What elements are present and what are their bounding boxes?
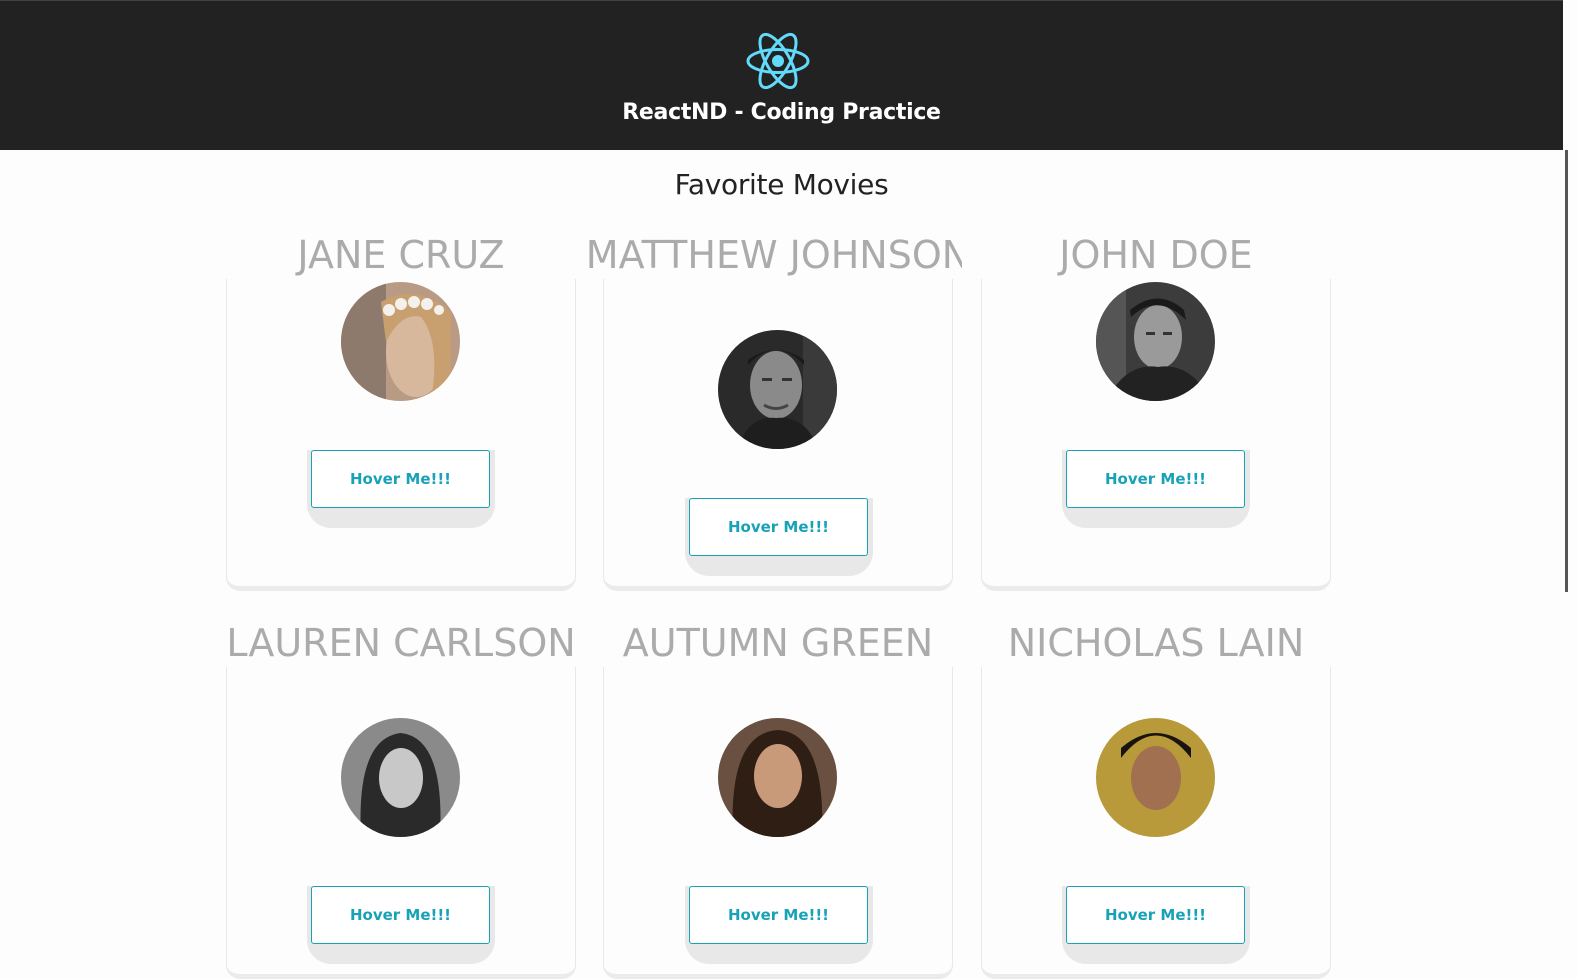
card-name: NICHOLAS LAIN [962,619,1350,667]
card-name: LAUREN CARLSON [207,619,595,667]
avatar [341,718,460,837]
profile-card-nicholas-lain: NICHOLAS LAIN Hover Me!!! [962,619,1350,979]
button-shadow: Hover Me!!! [1062,450,1250,528]
avatar [1096,282,1215,401]
button-shadow: Hover Me!!! [685,498,873,576]
profile-card-john-doe: JOHN DOE Hover Me!!! [962,231,1350,591]
hover-me-button[interactable]: Hover Me!!! [1066,450,1245,508]
button-shadow: Hover Me!!! [307,886,495,964]
hover-me-button[interactable]: Hover Me!!! [689,498,868,556]
hover-me-button[interactable]: Hover Me!!! [311,886,490,944]
app-header: ReactND - Coding Practice [0,0,1563,150]
card-name: AUTUMN GREEN [584,619,972,667]
profile-card-lauren-carlson: LAUREN CARLSON Hover Me!!! [207,619,595,979]
card-name: JANE CRUZ [207,231,595,279]
avatar [718,718,837,837]
button-shadow: Hover Me!!! [1062,886,1250,964]
avatar [341,282,460,401]
profile-card-jane-cruz: JANE CRUZ Hover Me!!! [207,231,595,591]
react-logo-icon [746,32,810,90]
hover-me-button[interactable]: Hover Me!!! [311,450,490,508]
hover-me-button[interactable]: Hover Me!!! [1066,886,1245,944]
header-title: ReactND - Coding Practice [622,100,941,125]
profile-card-matthew-johnson: MATTHEW JOHNSON Hover Me!!! [584,231,972,591]
avatar [1096,718,1215,837]
profile-card-autumn-green: AUTUMN GREEN Hover Me!!! [584,619,972,979]
button-shadow: Hover Me!!! [685,886,873,964]
card-name: JOHN DOE [962,231,1350,279]
card-name: MATTHEW JOHNSON [584,231,972,279]
hover-me-button[interactable]: Hover Me!!! [689,886,868,944]
scrollbar-thumb[interactable] [1565,150,1568,592]
button-shadow: Hover Me!!! [307,450,495,528]
avatar [718,330,837,449]
page-title: Favorite Movies [674,168,889,201]
